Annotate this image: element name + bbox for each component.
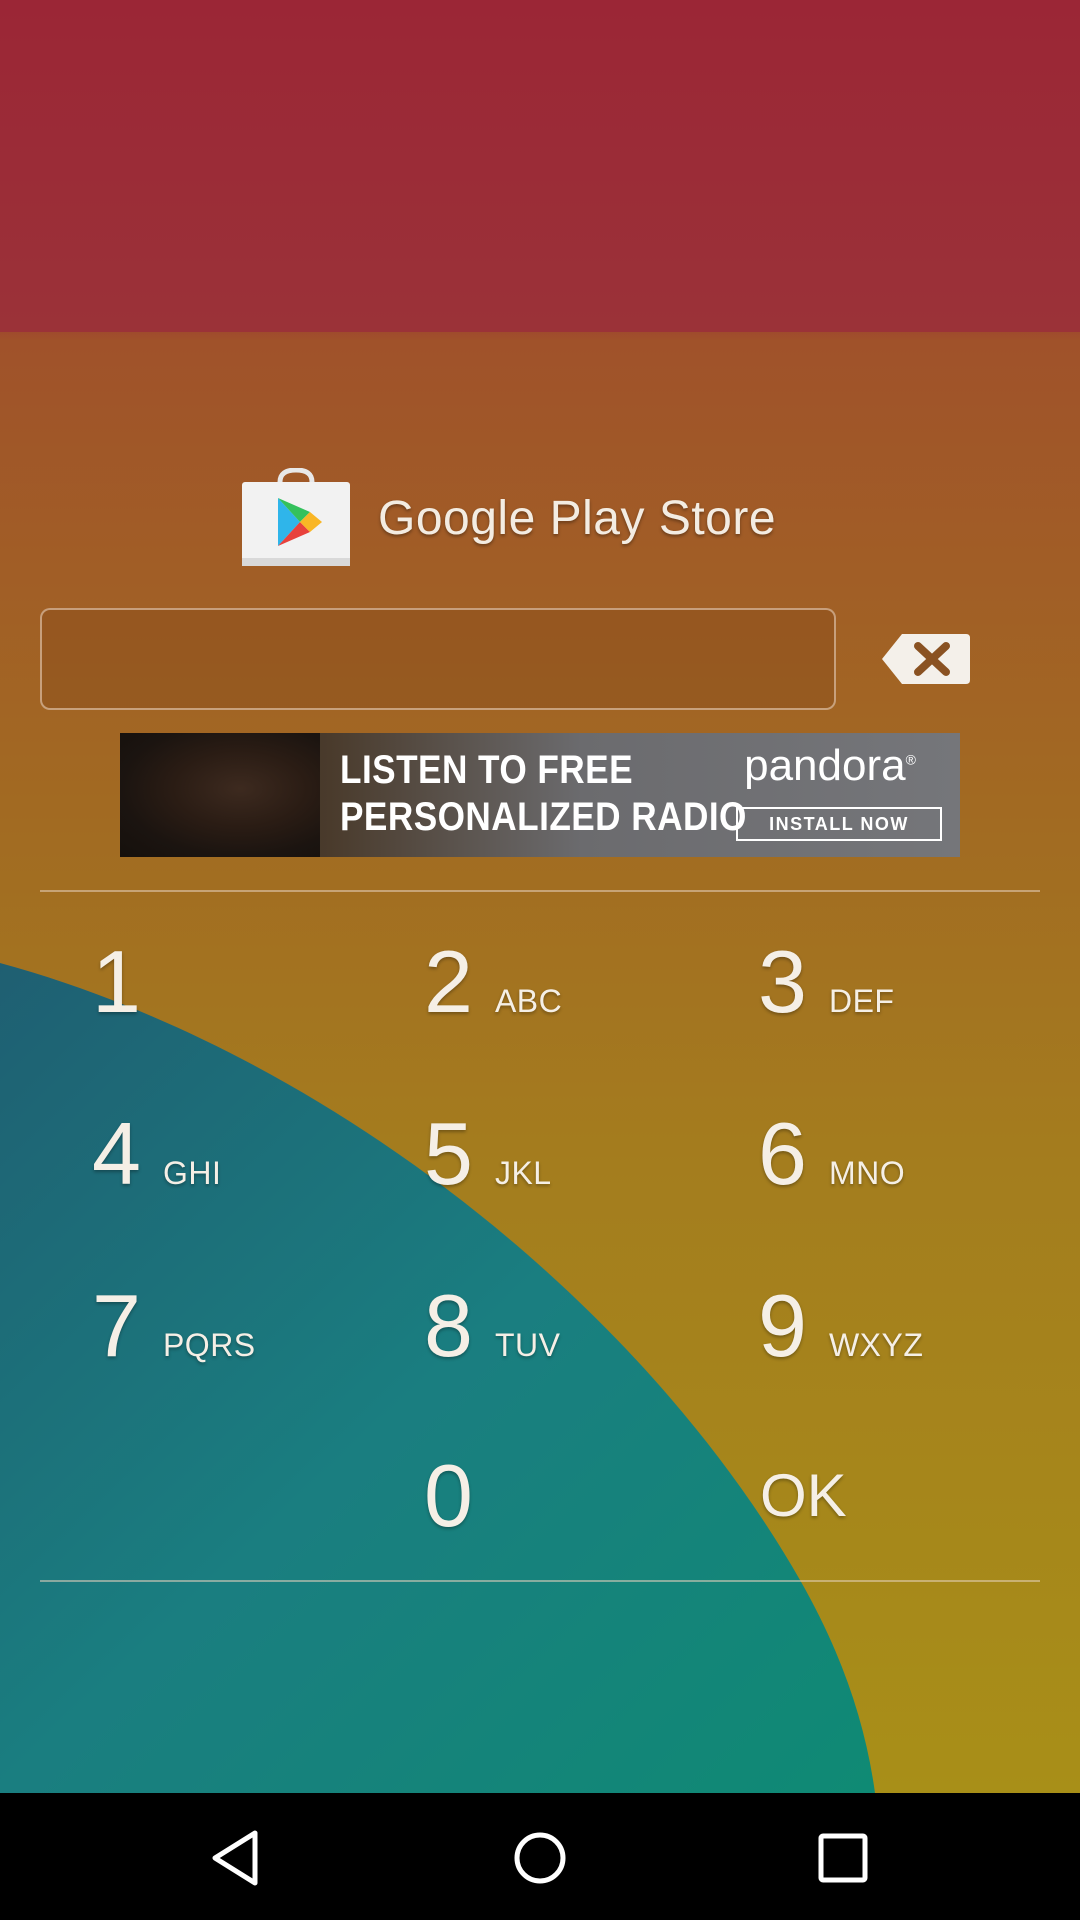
google-play-store-icon: [242, 468, 350, 566]
key-3[interactable]: 3 DEF: [758, 922, 894, 1042]
wallpaper-curve: [0, 963, 875, 1793]
recents-icon[interactable]: [808, 1823, 878, 1893]
key-0[interactable]: 0: [424, 1436, 473, 1556]
navigation-bar: [0, 1793, 1080, 1920]
pin-input-field[interactable]: [40, 608, 836, 710]
app-title: Google Play Store: [378, 491, 777, 545]
divider-top: [40, 890, 1040, 892]
home-icon[interactable]: [505, 1823, 575, 1893]
key-9[interactable]: 9 WXYZ: [758, 1266, 923, 1386]
ad-banner[interactable]: LISTEN TO FREE PERSONALIZED RADIO pandor…: [120, 733, 960, 857]
key-6[interactable]: 6 MNO: [758, 1094, 905, 1214]
ad-photo: [120, 733, 320, 857]
back-icon[interactable]: [201, 1823, 271, 1893]
ad-install-button[interactable]: INSTALL NOW: [736, 807, 942, 841]
ad-brand-logo: pandora®: [744, 741, 916, 790]
key-4[interactable]: 4 GHI: [92, 1094, 221, 1214]
backspace-icon[interactable]: [880, 630, 972, 688]
key-7[interactable]: 7 PQRS: [92, 1266, 256, 1386]
key-1[interactable]: 1: [92, 922, 141, 1042]
key-5[interactable]: 5 JKL: [424, 1094, 552, 1214]
app-header: Google Play Store: [240, 468, 776, 568]
ok-button[interactable]: OK: [760, 1436, 847, 1556]
divider-bottom: [40, 1580, 1040, 1582]
ad-headline: LISTEN TO FREE PERSONALIZED RADIO: [340, 748, 747, 839]
key-2[interactable]: 2 ABC: [424, 922, 562, 1042]
key-8[interactable]: 8 TUV: [424, 1266, 560, 1386]
lock-screen: Google Play Store LISTEN TO FREE PERSONA…: [0, 0, 1080, 1793]
